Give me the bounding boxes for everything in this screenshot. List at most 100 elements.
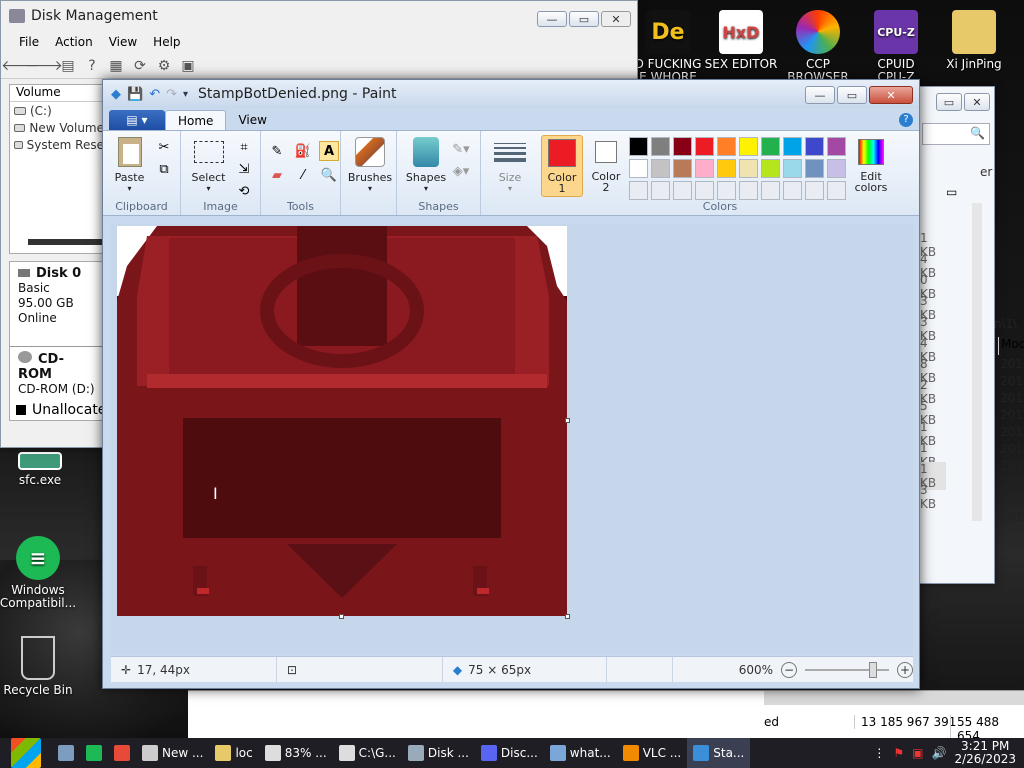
palette-color-swatch[interactable] xyxy=(739,137,758,156)
outline-icon[interactable]: ✎▾ xyxy=(451,139,471,159)
palette-color-swatch[interactable] xyxy=(783,137,802,156)
explorer-view-icon[interactable]: ▭ xyxy=(946,185,957,199)
tab-view[interactable]: View xyxy=(226,110,278,130)
shapes-button[interactable]: Shapes ▾ xyxy=(403,135,449,193)
view-icon[interactable]: ▦ xyxy=(107,57,125,75)
cdrom-block[interactable]: CD-ROM CD-ROM (D:) xyxy=(10,347,104,401)
paste-button[interactable]: Paste ▾ xyxy=(109,135,150,193)
help-icon[interactable]: ? xyxy=(83,57,101,75)
palette-color-swatch[interactable] xyxy=(827,181,846,200)
taskbar-7zip[interactable]: 83% ... xyxy=(259,738,333,768)
explorer-close-button[interactable]: ✕ xyxy=(964,93,990,111)
paint-minimize-button[interactable]: — xyxy=(805,86,835,104)
taskbar-spotify[interactable] xyxy=(80,738,108,768)
tab-home[interactable]: Home xyxy=(165,110,227,130)
desktop-icon-windows-compat[interactable]: ≡ Windows Compatibil... xyxy=(0,536,78,610)
menu-file[interactable]: File xyxy=(11,35,47,49)
palette-color-swatch[interactable] xyxy=(673,181,692,200)
palette-color-swatch[interactable] xyxy=(651,181,670,200)
paint-window[interactable]: ◆ 💾 ↶ ↷ ▾ StampBotDenied.png - Paint — ▭… xyxy=(102,79,920,689)
volume-column-header[interactable]: Volume xyxy=(10,85,104,102)
fill-bucket-icon[interactable]: ⛽ xyxy=(293,141,313,161)
palette-color-swatch[interactable] xyxy=(805,137,824,156)
menu-view[interactable]: View xyxy=(101,35,145,49)
palette-color-swatch[interactable] xyxy=(695,137,714,156)
explorer-scrollbar[interactable] xyxy=(972,203,982,521)
volume-row[interactable]: New Volume xyxy=(10,119,104,136)
resize-handle-right[interactable] xyxy=(565,418,570,423)
palette-color-swatch[interactable] xyxy=(695,159,714,178)
volume-list[interactable]: Volume (C:) New Volume System Rese xyxy=(9,84,106,254)
qat-dropdown-icon[interactable]: ▾ xyxy=(183,89,188,100)
horizontal-scrollbar[interactable] xyxy=(28,239,106,245)
taskbar-loc-folder[interactable]: loc xyxy=(209,738,258,768)
export-icon[interactable]: ▣ xyxy=(179,57,197,75)
help-icon[interactable]: ? xyxy=(899,113,913,127)
zoom-slider-thumb[interactable] xyxy=(869,661,877,678)
palette-color-swatch[interactable] xyxy=(695,181,714,200)
canvas-area[interactable]: I xyxy=(111,224,913,654)
text-tool-icon[interactable]: A xyxy=(319,141,339,161)
forward-arrow-icon[interactable]: 🡒 xyxy=(25,57,63,75)
palette-color-swatch[interactable] xyxy=(761,181,780,200)
dm-close-button[interactable]: ✕ xyxy=(601,11,631,27)
palette-color-swatch[interactable] xyxy=(761,159,780,178)
paint-maximize-button[interactable]: ▭ xyxy=(837,86,867,104)
palette-color-swatch[interactable] xyxy=(739,181,758,200)
tray-overflow-icon[interactable]: ⋮ xyxy=(873,746,885,760)
taskbar-new[interactable]: New ... xyxy=(136,738,209,768)
rotate-icon[interactable]: ⟲ xyxy=(234,181,254,201)
palette-color-swatch[interactable] xyxy=(805,181,824,200)
taskbar-stampbot-paint[interactable]: Sta... xyxy=(687,738,751,768)
palette-color-swatch[interactable] xyxy=(761,137,780,156)
taskbar-discord[interactable]: Disc... xyxy=(475,738,544,768)
zoom-in-button[interactable]: + xyxy=(897,661,913,678)
image-canvas[interactable]: I xyxy=(117,226,570,619)
palette-color-swatch[interactable] xyxy=(651,159,670,178)
taskbar-app-1[interactable] xyxy=(52,738,80,768)
explorer-search-input[interactable]: 🔍 xyxy=(922,123,990,145)
explorer-restore-button[interactable]: ▭ xyxy=(936,93,962,111)
palette-color-swatch[interactable] xyxy=(805,159,824,178)
taskbar-vlc[interactable]: VLC ... xyxy=(617,738,688,768)
palette-color-swatch[interactable] xyxy=(673,137,692,156)
palette-color-swatch[interactable] xyxy=(717,181,736,200)
pencil-icon[interactable]: ✎ xyxy=(267,141,287,161)
volume-icon[interactable]: 🔊 xyxy=(932,746,947,760)
desktop-icon-xi-jinping[interactable]: Xi JinPing xyxy=(934,10,1014,71)
volume-row[interactable]: (C:) xyxy=(10,102,104,119)
color-picker-icon[interactable]: ⁄ xyxy=(293,165,313,185)
flag-icon[interactable]: ⚑ xyxy=(893,746,904,760)
tray-app-icon[interactable]: ▣ xyxy=(912,746,923,760)
palette-color-swatch[interactable] xyxy=(739,159,758,178)
palette-color-swatch[interactable] xyxy=(629,159,648,178)
resize-handle-corner[interactable] xyxy=(565,614,570,619)
desktop-icon-cpuz[interactable]: CPU-Z CPUID CPU-Z xyxy=(856,10,936,84)
cut-icon[interactable]: ✂ xyxy=(154,137,174,157)
select-button[interactable]: Select ▾ xyxy=(187,135,230,201)
refresh-icon[interactable]: ⟳ xyxy=(131,57,149,75)
properties-icon[interactable]: ⚙ xyxy=(155,57,173,75)
copy-icon[interactable]: ⧉ xyxy=(154,159,174,179)
palette-color-swatch[interactable] xyxy=(629,137,648,156)
console-tree-icon[interactable]: ▤ xyxy=(59,57,77,75)
background-window-scrollbar[interactable] xyxy=(764,691,1024,705)
palette-color-swatch[interactable] xyxy=(783,181,802,200)
explorer-window[interactable]: ▭ ✕ 🔍 ▭ er n\1\ Mod 1 KB 4 KB 0 KB 3 KB 3 KB… xyxy=(915,86,1024,584)
taskbar-disk-management[interactable]: Disk ... xyxy=(402,738,475,768)
dm-minimize-button[interactable]: — xyxy=(537,11,567,27)
menu-action[interactable]: Action xyxy=(47,35,101,49)
undo-icon[interactable]: ↶ xyxy=(149,87,160,102)
palette-color-swatch[interactable] xyxy=(629,181,648,200)
paint-app-icon[interactable]: ◆ xyxy=(111,87,121,102)
paint-titlebar[interactable]: ◆ 💾 ↶ ↷ ▾ StampBotDenied.png - Paint xyxy=(103,80,919,108)
start-button[interactable] xyxy=(0,738,52,768)
size-button[interactable]: Size ▾ xyxy=(487,135,533,193)
brushes-button[interactable]: Brushes ▾ xyxy=(347,135,393,193)
paint-menu-button[interactable]: ▤ ▾ xyxy=(109,110,165,130)
zoom-out-button[interactable]: − xyxy=(781,661,797,678)
desktop-icon-recycle-bin[interactable]: Recycle Bin xyxy=(0,636,78,697)
disk-0-block[interactable]: Disk 0 Basic 95.00 GB Online xyxy=(10,262,104,330)
volume-row[interactable]: System Rese xyxy=(10,136,104,153)
taskbar-chrome[interactable] xyxy=(108,738,136,768)
